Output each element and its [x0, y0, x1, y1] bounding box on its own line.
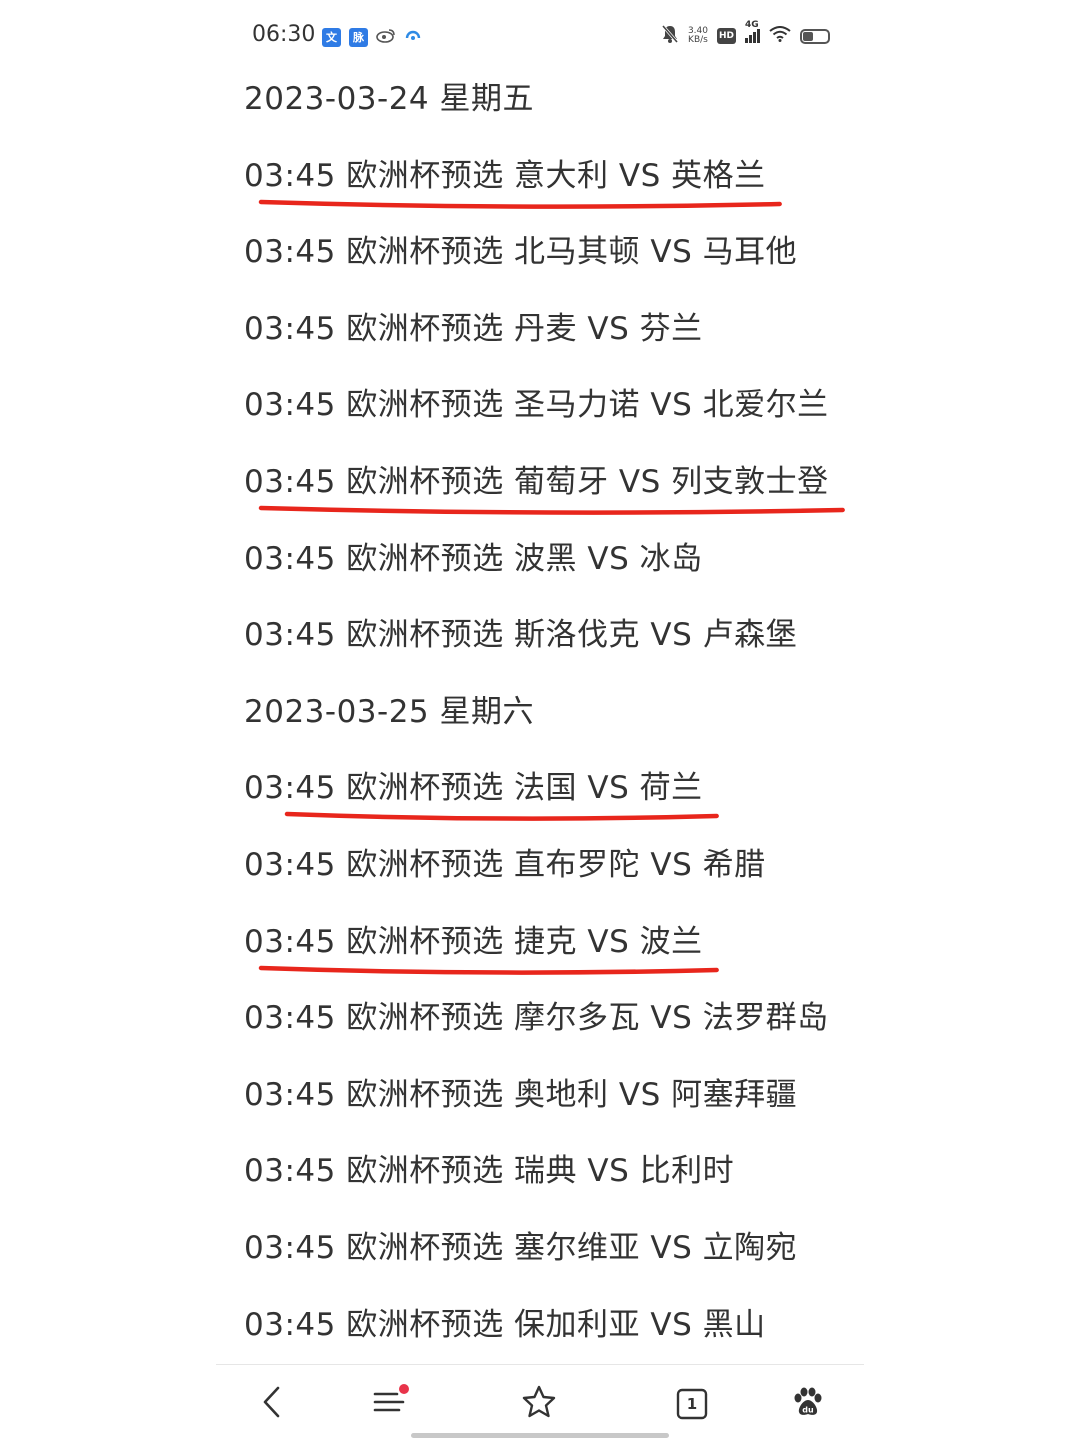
match-line: 03:45 欧洲杯预选 直布罗陀 VS 希腊 — [244, 847, 766, 883]
status-time: 06:30 — [252, 22, 316, 47]
match-line: 03:45 欧洲杯预选 波黑 VS 冰岛 — [244, 540, 703, 577]
notification-app-icons: 文 脉 — [322, 26, 422, 48]
star-icon — [519, 1382, 559, 1426]
network-type-label: 4G — [745, 20, 759, 30]
match-line: 03:45 欧洲杯预选 北马其顿 VS 马耳他 — [244, 234, 798, 271]
bottom-nav-divider — [216, 1364, 864, 1365]
weibo-icon — [376, 27, 396, 47]
baidu-paw-icon: du — [790, 1384, 826, 1424]
match-line: 03:45 欧洲杯预选 意大利 VS 英格兰 — [244, 157, 766, 194]
app-icon-wen: 文 — [322, 27, 341, 47]
red-underline-annotation — [258, 505, 845, 515]
wifi-icon — [769, 26, 791, 46]
cellular-signal-icon: 4G — [745, 20, 760, 43]
net-speed-unit: KB/s — [688, 35, 708, 45]
match-line: 03:45 欧洲杯预选 奥地利 VS 阿塞拜疆 — [244, 1076, 798, 1113]
red-underline-annotation — [258, 965, 719, 975]
match-line: 03:45 欧洲杯预选 塞尔维亚 VS 立陶宛 — [244, 1230, 798, 1266]
tabs-button[interactable]: 1 — [664, 1376, 720, 1432]
battery-level-fill — [803, 31, 813, 41]
match-line: 03:45 欧洲杯预选 保加利亚 VS 黑山 — [244, 1306, 766, 1343]
match-line: 03:45 欧洲杯预选 瑞典 VS 比利时 — [244, 1153, 735, 1190]
status-indicators: 3.40 KB/s HD 4G — [661, 20, 830, 48]
date-header: 2023-03-25 星期六 — [244, 693, 535, 730]
match-line: 03:45 欧洲杯预选 葡萄牙 VS 列支敦士登 — [244, 464, 829, 500]
back-button[interactable] — [244, 1376, 300, 1432]
tab-count: 1 — [686, 1395, 698, 1413]
match-line: 03:45 欧洲杯预选 丹麦 VS 芬兰 — [244, 310, 703, 347]
match-line: 03:45 欧洲杯预选 斯洛伐克 VS 卢森堡 — [244, 617, 798, 654]
mute-bell-icon — [661, 24, 679, 48]
date-header: 2023-03-24 星期五 — [244, 81, 535, 117]
home-indicator[interactable] — [411, 1433, 669, 1438]
match-line: 03:45 欧洲杯预选 法国 VS 荷兰 — [244, 770, 703, 807]
favorite-button[interactable] — [511, 1376, 567, 1432]
red-underline-annotation — [284, 812, 719, 822]
app-icon-mai: 脉 — [349, 27, 368, 47]
browser-app-icon — [404, 26, 422, 48]
red-underline-annotation — [258, 199, 782, 209]
menu-button[interactable] — [361, 1376, 417, 1432]
phone-screen: 06:30 文 脉 3.40 KB/s HD 4G 2023-03-24 星期五… — [216, 0, 864, 1440]
net-speed: 3.40 KB/s — [688, 27, 708, 45]
svg-text:du: du — [802, 1406, 814, 1415]
hd-badge: HD — [716, 28, 736, 44]
baidu-button[interactable]: du — [780, 1376, 836, 1432]
battery-icon — [800, 28, 830, 44]
match-line: 03:45 欧洲杯预选 捷克 VS 波兰 — [244, 923, 703, 960]
back-icon — [258, 1382, 286, 1426]
match-line: 03:45 欧洲杯预选 摩尔多瓦 VS 法罗群岛 — [244, 1000, 829, 1037]
browser-bottom-nav: 1 du — [216, 1376, 864, 1432]
match-line: 03:45 欧洲杯预选 圣马力诺 VS 北爱尔兰 — [244, 387, 829, 424]
tabs-icon: 1 — [675, 1387, 709, 1421]
menu-icon — [369, 1382, 409, 1426]
status-bar: 06:30 文 脉 3.40 KB/s HD 4G — [216, 18, 864, 56]
